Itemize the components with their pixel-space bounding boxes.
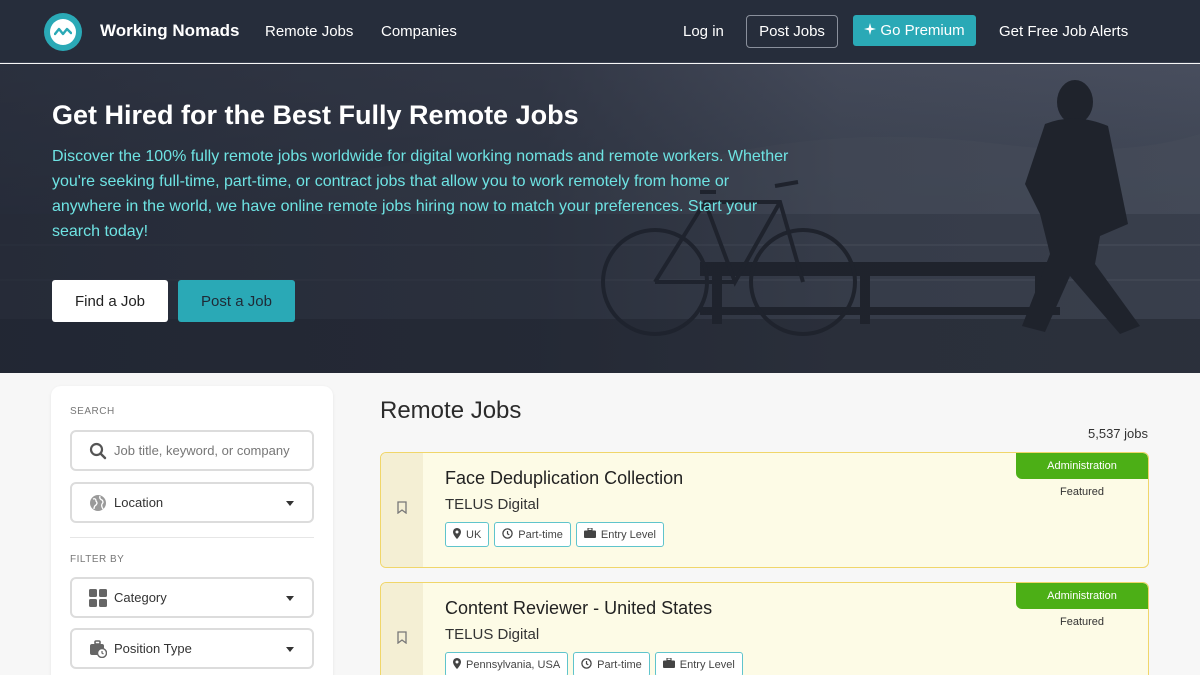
filter-section-label: FILTER BY [70,554,125,565]
clock-icon [502,527,514,542]
location-select[interactable]: Location [70,482,314,523]
bookmark-strip[interactable] [381,583,423,675]
filter-sidebar: SEARCH Job title, keyword, or company Lo… [51,386,333,675]
globe-icon [88,493,108,513]
briefcase-icon [662,657,675,671]
bookmark-icon[interactable] [397,501,407,519]
position-type-label: Position Type [114,641,192,656]
job-company[interactable]: TELUS Digital [445,626,539,643]
level-tag: Entry Level [575,522,664,547]
post-a-job-label: Post a Job [201,292,272,310]
level-tag-label: Entry Level [600,528,656,541]
find-a-job-label: Find a Job [74,292,146,310]
job-type-tag-label: Part-time [597,658,642,671]
briefcase-clock-icon [88,639,108,659]
search-input[interactable]: Job title, keyword, or company [70,430,314,471]
featured-label: Featured [1059,486,1105,498]
job-title[interactable]: Content Reviewer - United States [445,598,712,619]
job-card[interactable]: Content Reviewer - United States TELUS D… [380,582,1149,675]
brand-name[interactable]: Working Nomads [100,21,239,41]
post-jobs-button[interactable]: Post Jobs [746,15,838,48]
login-link[interactable]: Log in [683,23,724,40]
chevron-down-icon [286,501,294,506]
location-tag-label: Pennsylvania, USA [466,658,561,671]
job-tags: UK Part-time Entry Level [445,522,664,547]
search-icon [88,441,108,461]
map-pin-icon [453,527,461,542]
page-title: Remote Jobs [380,397,522,424]
sparkle-icon [864,22,877,39]
hero-title: Get Hired for the Best Fully Remote Jobs [52,100,579,130]
category-badge[interactable]: Administration [1016,453,1148,479]
job-type-tag: Part-time [494,522,571,547]
location-tag-label: UK [466,528,482,541]
location-tag: UK [445,522,490,547]
go-premium-button[interactable]: Go Premium [853,15,976,46]
chevron-down-icon [286,596,294,601]
bookmark-strip[interactable] [381,453,423,567]
search-section-label: SEARCH [70,406,115,417]
briefcase-icon [583,527,596,541]
map-pin-icon [453,657,461,672]
bookmark-icon[interactable] [397,631,407,649]
level-tag: Entry Level [654,652,743,675]
go-premium-label: Go Premium [880,22,965,39]
clock-icon [581,657,592,672]
job-count: 5,537 jobs [1088,426,1148,441]
post-a-job-button[interactable]: Post a Job [178,280,295,322]
grid-icon [88,588,108,608]
job-tags: Pennsylvania, USA Part-time Entry Level [445,652,743,675]
category-select[interactable]: Category [70,577,314,618]
nav-link-companies[interactable]: Companies [381,23,457,40]
position-type-select[interactable]: Position Type [70,628,314,669]
featured-label: Featured [1059,616,1105,628]
job-type-tag-label: Part-time [518,528,563,541]
nav-link-remote-jobs[interactable]: Remote Jobs [265,23,353,40]
hero-banner: Get Hired for the Best Fully Remote Jobs… [0,64,1200,373]
search-placeholder: Job title, keyword, or company [114,443,290,458]
find-a-job-button[interactable]: Find a Job [52,280,168,322]
job-type-tag: Part-time [573,652,650,675]
level-tag-label: Entry Level [679,658,735,671]
post-jobs-label: Post Jobs [759,23,825,40]
top-navbar: Working Nomads Remote Jobs Companies Log… [0,0,1200,63]
sidebar-divider [70,537,314,538]
wave-logo-icon[interactable] [44,13,82,51]
chevron-down-icon [286,647,294,652]
job-card[interactable]: Face Deduplication Collection TELUS Digi… [380,452,1149,568]
category-badge[interactable]: Administration [1016,583,1148,609]
location-label: Location [114,495,164,510]
hero-description: Discover the 100% fully remote jobs worl… [52,148,789,240]
location-tag: Pennsylvania, USA [445,652,569,675]
category-label: Category [114,590,167,605]
job-alerts-link[interactable]: Get Free Job Alerts [999,23,1128,40]
job-company[interactable]: TELUS Digital [445,496,539,513]
job-title[interactable]: Face Deduplication Collection [445,468,683,489]
